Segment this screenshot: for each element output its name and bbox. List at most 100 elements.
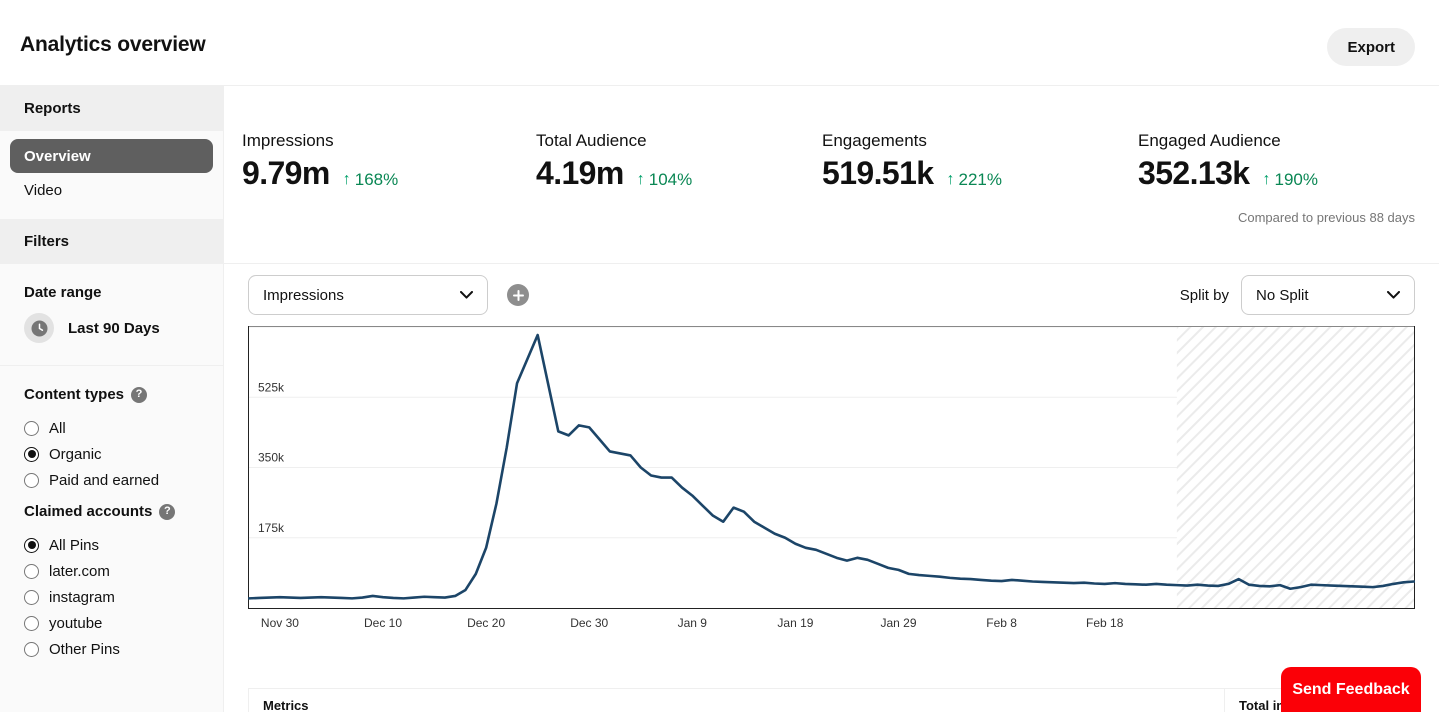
impressions-chart[interactable]: 175k350k525k700k Nov 30Dec 10Dec 20Dec 3… — [248, 326, 1415, 632]
radio-label: Paid and earned — [49, 471, 160, 489]
radio-label: later.com — [49, 562, 110, 580]
content-types-label: Content types — [24, 386, 125, 403]
send-feedback-button[interactable]: Send Feedback — [1281, 667, 1421, 712]
chart-x-tick-label: Dec 20 — [467, 616, 505, 630]
date-range-block: Date range Last 90 Days — [0, 264, 223, 366]
radio-label: All — [49, 419, 66, 437]
plus-icon — [512, 289, 524, 301]
sidebar-item-label-overview: Overview — [24, 147, 91, 165]
claimed-accounts-title: Claimed accounts ? — [24, 503, 199, 520]
split-by-label: Split by — [1179, 286, 1229, 304]
metric-select[interactable]: Impressions — [248, 275, 488, 315]
chart-x-tick-label: Jan 9 — [678, 616, 708, 630]
add-metric-button[interactable] — [507, 284, 529, 306]
radio-label: Other Pins — [49, 640, 120, 658]
metric-card-engagements[interactable]: Engagements 519.51k ↑ 221% — [822, 131, 1002, 192]
radio-account-other-pins[interactable]: Other Pins — [24, 636, 199, 662]
metric-delta-value: 104% — [648, 170, 693, 189]
sidebar-filters-header: Filters — [0, 219, 223, 264]
radio-icon — [24, 589, 39, 605]
sidebar: Reports Overview Video Filters Date rang… — [0, 86, 224, 712]
arrow-up-icon: ↑ — [1262, 171, 1271, 188]
sidebar-item-label-video: Video — [24, 181, 63, 199]
metric-label: Engagements — [822, 131, 927, 150]
sidebar-item-video[interactable]: Video — [10, 173, 213, 207]
metric-delta: ↑ 221% — [946, 170, 1001, 190]
split-by-select[interactable]: No Split — [1241, 275, 1415, 315]
metric-value: 9.79m — [242, 155, 330, 191]
split-by-group: Split by No Split — [1180, 275, 1415, 315]
forecast-shaded-region — [1176, 327, 1414, 608]
chart-controls: Impressions Split by No Split — [224, 264, 1439, 326]
export-button[interactable]: Export — [1327, 28, 1415, 66]
radio-content-all[interactable]: All — [24, 415, 199, 441]
metric-select-value: Impressions — [263, 286, 344, 304]
analytics-overview-page: Analytics overview Export Reports Overvi… — [0, 0, 1439, 712]
metric-value-row: 519.51k ↑ 221% — [822, 155, 1002, 192]
metric-value-row: 9.79m ↑ 168% — [242, 155, 398, 192]
metric-cards-row: Impressions 9.79m ↑ 168% Total Audience … — [224, 86, 1439, 264]
sidebar-reports-header: Reports — [0, 86, 223, 131]
metric-delta-value: 168% — [354, 170, 399, 189]
radio-icon-selected — [24, 446, 39, 462]
metric-value: 4.19m — [536, 155, 624, 191]
chart-x-tick-label: Nov 30 — [261, 616, 299, 630]
metric-card-total-audience[interactable]: Total Audience 4.19m ↑ 104% — [536, 131, 692, 192]
table-column-metrics[interactable]: Metrics — [249, 698, 1224, 712]
radio-account-youtube[interactable]: youtube — [24, 610, 199, 636]
main-content: Impressions 9.79m ↑ 168% Total Audience … — [224, 86, 1439, 712]
chevron-down-icon — [460, 291, 473, 299]
content-filters-block: Content types ? All Organic Paid and ear… — [0, 366, 223, 684]
content-types-title: Content types ? — [24, 386, 199, 403]
arrow-up-icon: ↑ — [342, 171, 351, 188]
radio-label: Organic — [49, 445, 102, 463]
radio-label: instagram — [49, 588, 115, 606]
metrics-table: Metrics Total im — [248, 688, 1415, 712]
chart-x-tick-label: Feb 8 — [986, 616, 1017, 630]
radio-content-organic[interactable]: Organic — [24, 441, 199, 467]
metric-card-impressions[interactable]: Impressions 9.79m ↑ 168% — [242, 131, 398, 192]
metric-value-row: 352.13k ↑ 190% — [1138, 155, 1318, 192]
radio-icon — [24, 615, 39, 631]
metric-card-engaged-audience[interactable]: Engaged Audience 352.13k ↑ 190% — [1138, 131, 1318, 192]
table-header-row: Metrics Total im — [249, 688, 1414, 712]
chart-x-tick-label: Dec 30 — [570, 616, 608, 630]
metric-label: Total Audience — [536, 131, 647, 150]
metric-delta-value: 221% — [958, 170, 1002, 189]
chart-canvas: 175k350k525k700k Nov 30Dec 10Dec 20Dec 3… — [248, 326, 1415, 630]
claimed-accounts-label: Claimed accounts — [24, 503, 153, 520]
top-bar: Analytics overview Export — [0, 0, 1439, 86]
help-icon-content-types[interactable]: ? — [131, 386, 148, 403]
arrow-up-icon: ↑ — [946, 171, 955, 188]
chart-x-tick-label: Jan 29 — [880, 616, 916, 630]
radio-account-all-pins[interactable]: All Pins — [24, 532, 199, 558]
metric-delta: ↑ 190% — [1262, 170, 1317, 190]
chart-x-tick-label: Feb 18 — [1086, 616, 1124, 630]
sidebar-nav: Overview Video — [0, 131, 223, 219]
radio-content-paid-and-earned[interactable]: Paid and earned — [24, 467, 199, 493]
page-title: Analytics overview — [20, 33, 206, 56]
arrow-up-icon: ↑ — [636, 171, 645, 188]
metric-delta: ↑ 104% — [637, 170, 692, 190]
sidebar-item-overview[interactable]: Overview — [10, 139, 213, 173]
chart-x-tick-label: Dec 10 — [364, 616, 402, 630]
help-icon-claimed-accounts[interactable]: ? — [159, 503, 176, 520]
metric-delta-value: 190% — [1274, 170, 1318, 189]
metric-label: Engaged Audience — [1138, 131, 1281, 150]
chart-y-tick-label: 525k — [258, 380, 285, 394]
chart-x-tick-label: Jan 19 — [777, 616, 813, 630]
metric-value: 519.51k — [822, 155, 934, 191]
date-range-value: Last 90 Days — [68, 319, 160, 337]
radio-icon-selected — [24, 537, 39, 553]
radio-icon — [24, 420, 39, 436]
comparison-note: Compared to previous 88 days — [1237, 210, 1415, 225]
radio-icon — [24, 472, 39, 488]
metric-value: 352.13k — [1138, 155, 1250, 191]
radio-account-instagram[interactable]: instagram — [24, 584, 199, 610]
chart-y-tick-label: 175k — [258, 521, 285, 535]
date-range-selector[interactable]: Last 90 Days — [24, 313, 199, 343]
radio-account-later-com[interactable]: later.com — [24, 558, 199, 584]
radio-label: youtube — [49, 614, 103, 632]
split-by-value: No Split — [1256, 286, 1309, 304]
